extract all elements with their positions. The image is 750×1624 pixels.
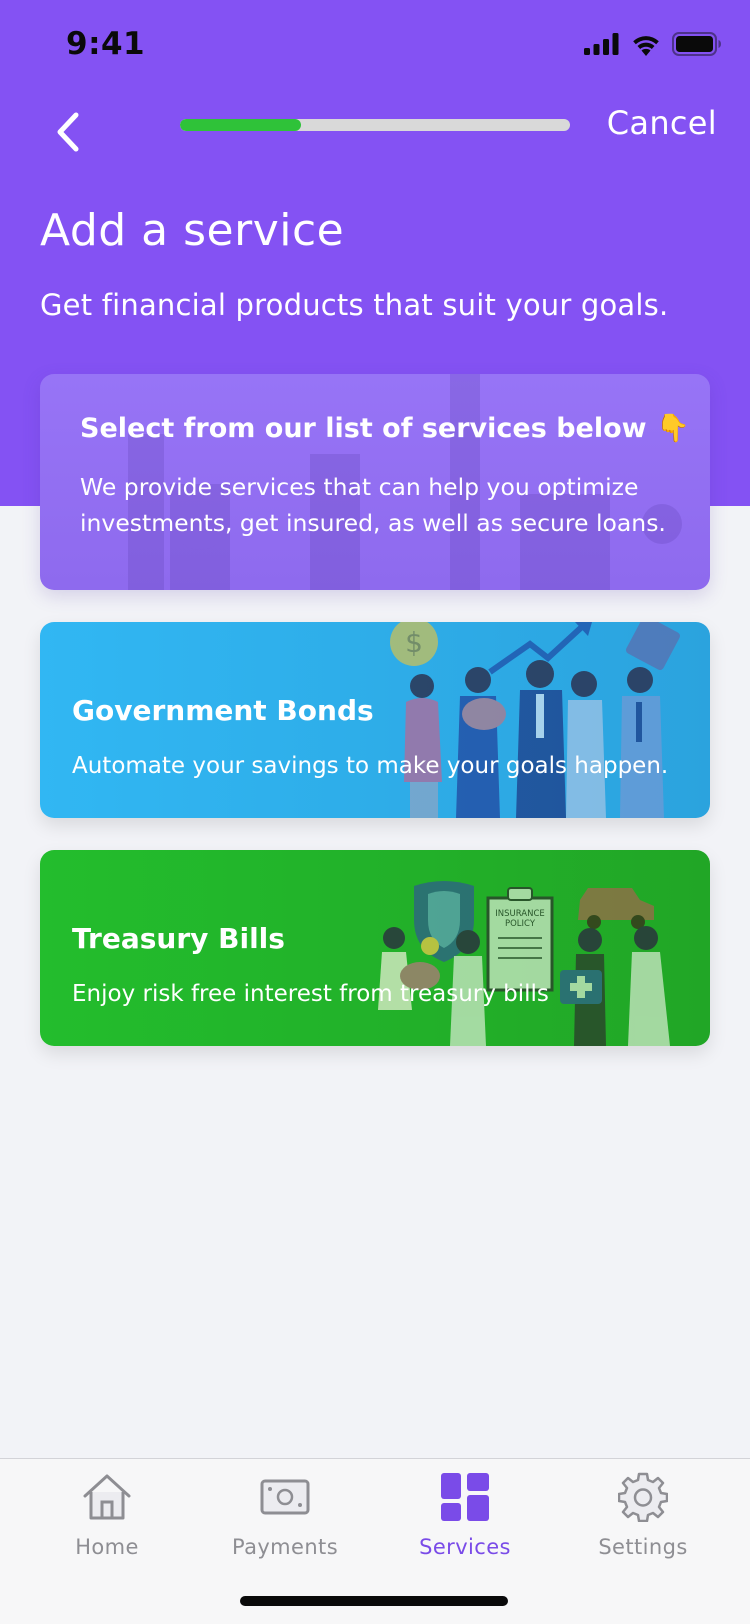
info-card-title: Select from our list of services below 👇 bbox=[80, 413, 690, 444]
tab-label: Services bbox=[419, 1535, 511, 1559]
info-card-body: We provide services that can help you op… bbox=[80, 473, 666, 537]
progress-bar-fill bbox=[180, 119, 301, 131]
wifi-icon bbox=[633, 35, 659, 56]
service-description: Automate your savings to make your goals… bbox=[72, 753, 669, 779]
status-icons bbox=[584, 32, 722, 56]
svg-text:INSURANCE: INSURANCE bbox=[495, 909, 545, 919]
tab-label: Settings bbox=[598, 1535, 688, 1559]
service-description: Enjoy risk free interest from treasury b… bbox=[72, 981, 549, 1007]
cancel-button[interactable]: Cancel bbox=[607, 104, 717, 142]
treasury-bills-illustration: INSURANCE POLICY bbox=[378, 881, 670, 1046]
status-bar: 9:41 bbox=[0, 0, 750, 92]
settings-icon bbox=[618, 1472, 668, 1522]
tab-label: Home bbox=[75, 1535, 139, 1559]
tab-home[interactable]: Home bbox=[32, 1469, 182, 1569]
tab-payments[interactable]: Payments bbox=[210, 1469, 360, 1569]
battery-icon bbox=[672, 32, 721, 56]
cellular-signal-icon bbox=[584, 33, 619, 55]
tab-services[interactable]: Services bbox=[390, 1469, 540, 1569]
status-time: 9:41 bbox=[66, 26, 146, 62]
service-name: Treasury Bills bbox=[72, 922, 285, 955]
service-card-government-bonds[interactable]: $ Government Bonds Automate your savings… bbox=[40, 622, 710, 818]
progress-bar bbox=[180, 119, 570, 131]
back-button[interactable] bbox=[40, 104, 96, 160]
tab-label: Payments bbox=[231, 1535, 339, 1559]
navigation-bar: Cancel bbox=[0, 92, 750, 192]
svg-text:POLICY: POLICY bbox=[505, 919, 536, 929]
tab-settings[interactable]: Settings bbox=[568, 1469, 718, 1569]
page-subtitle: Get financial products that suit your go… bbox=[40, 288, 669, 322]
info-card: Select from our list of services below 👇… bbox=[40, 374, 710, 590]
service-name: Government Bonds bbox=[72, 694, 374, 727]
service-card-treasury-bills[interactable]: INSURANCE POLICY Treasury Bills Enjoy ri… bbox=[40, 850, 710, 1046]
home-indicator bbox=[240, 1596, 508, 1606]
chevron-left-icon bbox=[57, 112, 79, 152]
svg-text:$: $ bbox=[405, 626, 423, 659]
government-bonds-illustration: $ bbox=[390, 622, 680, 818]
payments-icon bbox=[260, 1479, 310, 1515]
page-title: Add a service bbox=[40, 205, 345, 256]
home-icon bbox=[83, 1474, 131, 1520]
services-icon bbox=[441, 1473, 489, 1521]
